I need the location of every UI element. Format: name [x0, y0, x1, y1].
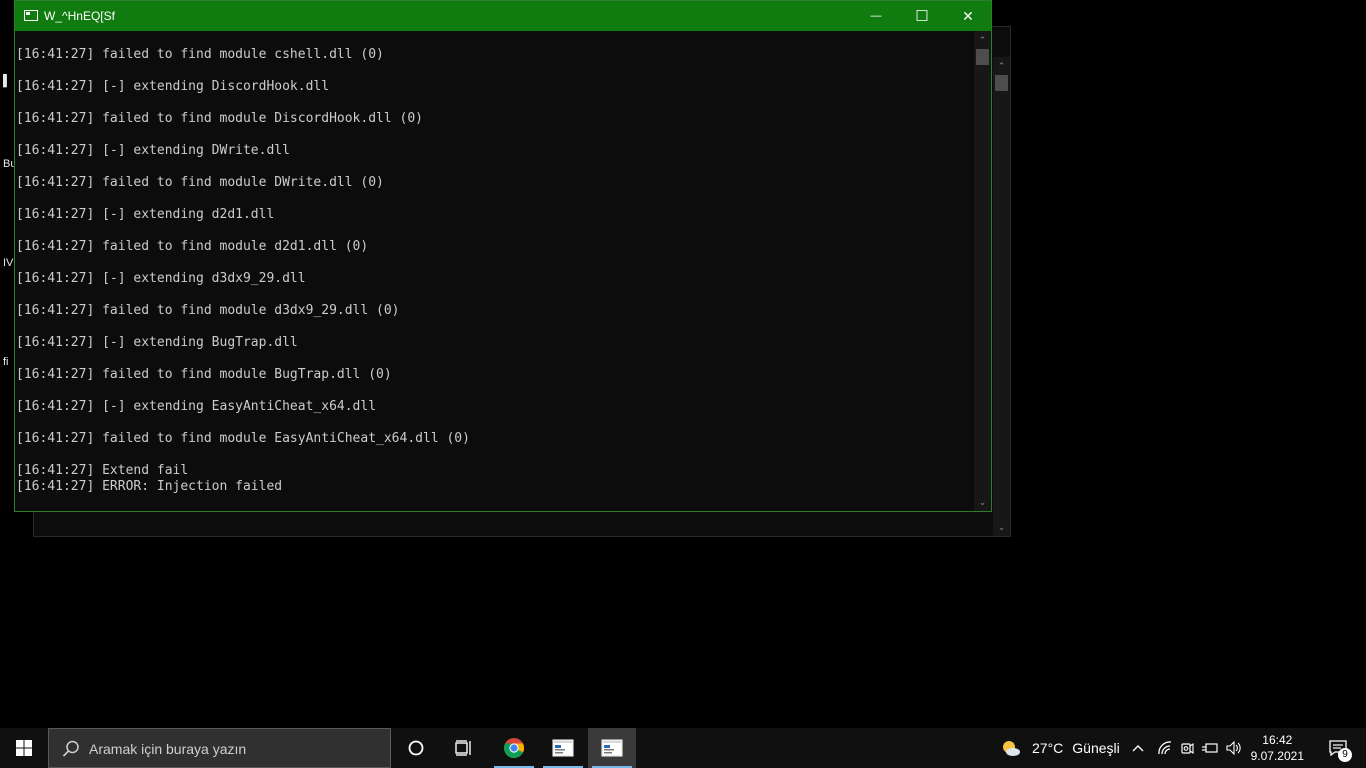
scroll-down-arrow-icon[interactable]: ⌄ [993, 520, 1010, 534]
show-hidden-icons-button[interactable] [1128, 728, 1148, 768]
console-app-icon [552, 739, 574, 757]
meet-now-button[interactable] [1177, 728, 1197, 768]
search-placeholder: Aramak için buraya yazın [89, 741, 247, 757]
console-line: [16:41:27] [-] extending d2d1.dll [16, 207, 275, 222]
console-window[interactable]: W_^HnEQ[Sf — ☐ ✕ [16:41:27] failed to fi… [14, 0, 992, 512]
console-app-icon [24, 10, 38, 21]
maximize-icon: ☐ [915, 8, 929, 25]
console-line: [16:41:27] [-] extending DiscordHook.dll [16, 79, 330, 94]
console-scrollbar[interactable]: ⌃ ⌄ [974, 31, 991, 511]
console-line: [16:41:27] failed to find module d2d1.dl… [16, 239, 369, 254]
console-app-icon [601, 739, 623, 757]
taskbar-chrome-button[interactable] [490, 728, 538, 768]
console-line: [16:41:27] ERROR: Injection failed [16, 479, 283, 494]
partly-sunny-icon [1003, 741, 1020, 756]
action-center-button[interactable]: 9 [1318, 728, 1358, 768]
search-icon [62, 740, 79, 757]
task-view-button[interactable] [440, 728, 488, 768]
taskbar-console-active-button[interactable] [588, 728, 636, 768]
weather-description: Güneşli [1072, 740, 1120, 756]
task-view-icon [455, 740, 471, 756]
scroll-up-arrow-icon[interactable]: ⌃ [974, 33, 991, 47]
desktop-icon-fragment[interactable]: ▌ [3, 75, 11, 87]
volume-button[interactable] [1223, 728, 1245, 768]
console-line: [16:41:27] failed to find module EasyAnt… [16, 431, 470, 446]
windows-logo-icon [16, 740, 32, 756]
power-plug-icon [1202, 743, 1218, 753]
console-line: [16:41:27] [-] extending d3dx9_29.dll [16, 271, 306, 286]
meet-now-icon [1181, 742, 1194, 755]
scroll-thumb[interactable] [995, 75, 1008, 91]
wifi-icon [1158, 741, 1172, 755]
scroll-up-arrow-icon[interactable]: ⌃ [993, 59, 1010, 73]
search-box[interactable]: Aramak için buraya yazın [48, 728, 391, 768]
desktop-icon-label[interactable]: IV [3, 257, 13, 269]
clock-time: 16:42 [1262, 733, 1293, 747]
cortana-button[interactable] [392, 728, 440, 768]
cortana-circle-icon [408, 740, 424, 756]
console-line: [16:41:27] Extend fail [16, 463, 189, 478]
network-button[interactable] [1154, 728, 1176, 768]
chrome-icon [503, 738, 525, 759]
console-line: [16:41:27] failed to find module d3dx9_2… [16, 303, 400, 318]
console-line: [16:41:27] [-] extending DWrite.dll [16, 143, 290, 158]
title-bar[interactable]: W_^HnEQ[Sf — ☐ ✕ [15, 1, 991, 31]
minimize-icon: — [870, 10, 882, 22]
close-button[interactable]: ✕ [945, 1, 991, 31]
taskbar-console-button[interactable] [539, 728, 587, 768]
console-line: [16:41:27] failed to find module BugTrap… [16, 367, 392, 382]
weather-widget[interactable]: 27°C Güneşli [1000, 728, 1122, 768]
scroll-thumb[interactable] [976, 49, 989, 65]
console-line: [16:41:27] failed to find module DWrite.… [16, 175, 384, 190]
scroll-down-arrow-icon[interactable]: ⌄ [974, 495, 991, 509]
console-line: [16:41:27] failed to find module cshell.… [16, 47, 384, 62]
close-icon: ✕ [962, 7, 974, 24]
maximize-button[interactable]: ☐ [899, 1, 945, 31]
desktop-icon-label[interactable]: fi [3, 356, 9, 368]
taskbar: Aramak için buraya yazın 27°C Güneşli 16… [0, 728, 1366, 768]
console-output[interactable]: [16:41:27] failed to find module cshell.… [15, 31, 974, 511]
console-line: [16:41:27] [-] extending EasyAntiCheat_x… [16, 399, 377, 414]
chevron-up-icon [1132, 745, 1144, 752]
console-line: [16:41:27] [-] extending BugTrap.dll [16, 335, 298, 350]
window-title: W_^HnEQ[Sf [44, 9, 115, 23]
start-button[interactable] [0, 728, 48, 768]
background-scrollbar[interactable]: ⌃ ⌄ [993, 57, 1010, 536]
speaker-icon [1226, 741, 1241, 755]
notification-count-badge: 9 [1338, 748, 1352, 762]
console-line: [16:41:27] failed to find module Discord… [16, 111, 423, 126]
minimize-button[interactable]: — [853, 1, 899, 31]
clock[interactable]: 16:42 9.07.2021 [1251, 732, 1304, 764]
clock-date: 9.07.2021 [1250, 749, 1304, 763]
weather-temperature: 27°C [1032, 740, 1064, 756]
battery-power-button[interactable] [1200, 728, 1220, 768]
